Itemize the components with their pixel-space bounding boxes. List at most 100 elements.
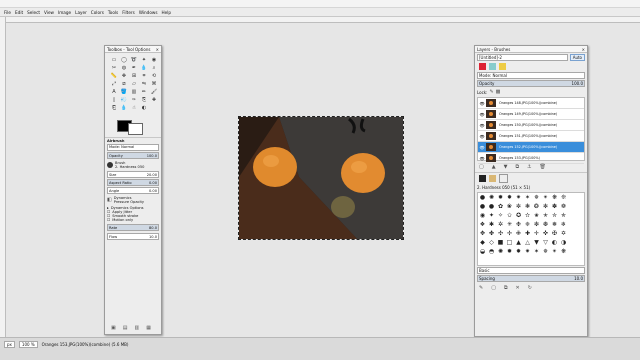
menu-layer[interactable]: Layer — [75, 10, 87, 15]
ellipse-select-icon[interactable]: ◯ — [121, 57, 127, 63]
brush-swatch[interactable]: ✢ — [505, 229, 514, 238]
brush-swatch[interactable]: ■ — [496, 238, 505, 247]
layer-row[interactable]: 👁 Oranges 148.JPG(100%)(combine) — [478, 98, 584, 109]
brush-swatch[interactable]: ✡ — [559, 229, 568, 238]
layer-row[interactable]: 👁 Oranges 149.JPG(100%)(combine) — [478, 109, 584, 120]
brush-swatch[interactable]: ✷ — [523, 247, 532, 256]
auto-button[interactable]: Auto — [569, 54, 585, 61]
brush-swatch[interactable]: ✸ — [514, 247, 523, 256]
background-color-swatch[interactable] — [128, 123, 143, 135]
move-icon[interactable]: ✥ — [121, 73, 127, 79]
brush-swatch[interactable]: ✶ — [523, 193, 532, 202]
duplicate-brush-icon[interactable]: ⧉ — [504, 285, 508, 291]
brush-swatch[interactable]: ✣ — [496, 229, 505, 238]
brush-swatch[interactable]: ✬ — [532, 211, 541, 220]
brush-swatch[interactable]: ✺ — [496, 247, 505, 256]
toolbox-titlebar[interactable]: Toolbox - Tool Options × — [105, 46, 161, 53]
brush-swatch[interactable]: ✶ — [532, 247, 541, 256]
perspective-icon[interactable]: ▱ — [131, 81, 137, 87]
brush-swatch[interactable]: ❂ — [532, 202, 541, 211]
paths-icon[interactable]: ✒ — [131, 65, 137, 71]
mode-select[interactable]: Mode: Normal — [107, 144, 159, 151]
layers-titlebar[interactable]: Layers - Brushes × — [475, 46, 587, 53]
visibility-eye-icon[interactable]: 👁 — [478, 112, 486, 117]
pencil-icon[interactable]: ✏ — [141, 89, 147, 95]
restore-preset-icon[interactable]: ▤ — [123, 325, 128, 331]
brush-swatch[interactable]: ❖ — [478, 220, 487, 229]
brush-swatch[interactable]: ✽ — [550, 202, 559, 211]
brush-swatch[interactable]: ✹ — [496, 193, 505, 202]
bucket-fill-icon[interactable]: 🪣 — [121, 89, 127, 95]
shear-icon[interactable]: ⧄ — [121, 81, 127, 87]
visibility-eye-icon[interactable]: 👁 — [478, 145, 486, 150]
brush-swatch[interactable]: ✮ — [550, 211, 559, 220]
brush-swatch[interactable]: ❇ — [532, 220, 541, 229]
brush-swatch[interactable]: ✦ — [487, 211, 496, 220]
brush-swatch[interactable]: ❄ — [559, 220, 568, 229]
delete-preset-icon[interactable]: ▥ — [134, 325, 139, 331]
foreground-select-icon[interactable]: ◍ — [121, 65, 127, 71]
delete-brush-icon[interactable]: ✕ — [516, 285, 520, 291]
brush-swatch[interactable]: ✚ — [523, 229, 532, 238]
layer-row[interactable]: 👁 Oranges 150.JPG(100%)(combine) — [478, 120, 584, 131]
measure-icon[interactable]: 📏 — [111, 73, 117, 79]
brush-swatch[interactable]: ✜ — [541, 229, 550, 238]
duplicate-layer-icon[interactable]: ⧉ — [515, 164, 519, 170]
brush-swatch[interactable]: ◇ — [487, 238, 496, 247]
brush-swatch[interactable]: ❋ — [559, 247, 568, 256]
brush-swatch[interactable]: ✱ — [487, 220, 496, 229]
brush-swatch[interactable]: ✛ — [532, 229, 541, 238]
fuzzy-select-icon[interactable]: ✦ — [141, 57, 147, 63]
brush-swatch[interactable]: ❈ — [523, 220, 532, 229]
flip-icon[interactable]: ⇋ — [141, 81, 147, 87]
layer-row[interactable]: 👁 Oranges 151.JPG(100%)(combine) — [478, 131, 584, 142]
brush-swatch[interactable]: □ — [505, 238, 514, 247]
brush-swatch[interactable]: ✿ — [496, 202, 505, 211]
ink-icon[interactable]: ✑ — [131, 97, 137, 103]
paths-tab-icon[interactable] — [489, 63, 496, 70]
brush-swatch[interactable]: ✷ — [514, 193, 523, 202]
unit-select[interactable]: px — [4, 341, 15, 348]
dynamics-row[interactable]: ◧ Dynamics Pressure Opacity — [107, 196, 159, 204]
brush-swatch[interactable]: ● — [487, 202, 496, 211]
align-icon[interactable]: ⊞ — [131, 73, 137, 79]
brush-swatch[interactable]: ▼ — [532, 238, 541, 247]
brush-swatch[interactable]: ✥ — [478, 229, 487, 238]
heal-icon[interactable]: ✚ — [151, 97, 157, 103]
brush-swatch[interactable]: ◒ — [478, 247, 487, 256]
brush-swatch[interactable]: ❁ — [559, 202, 568, 211]
brush-swatch[interactable]: ❉ — [514, 220, 523, 229]
close-icon[interactable]: × — [156, 47, 159, 52]
dodge-burn-icon[interactable]: ◐ — [141, 105, 147, 111]
aspect-ratio-slider[interactable]: Aspect Ratio 0.00 — [107, 179, 159, 186]
lower-layer-icon[interactable]: ▼ — [504, 164, 508, 170]
angle-slider[interactable]: Angle 0.00 — [107, 187, 159, 194]
brush-swatch[interactable]: ✪ — [514, 211, 523, 220]
brush-swatch[interactable]: ✳ — [505, 220, 514, 229]
brush-swatch[interactable]: △ — [523, 238, 532, 247]
rect-select-icon[interactable]: ▭ — [111, 57, 117, 63]
visibility-eye-icon[interactable]: 👁 — [478, 156, 486, 161]
brush-swatch[interactable]: ✯ — [559, 211, 568, 220]
zoom-icon[interactable]: ⌕ — [151, 65, 157, 71]
patterns-tab-icon[interactable] — [489, 175, 496, 182]
layer-opacity-slider[interactable]: Opacity 100.0 — [477, 80, 585, 87]
color-select-icon[interactable]: ◉ — [151, 57, 157, 63]
menu-filters[interactable]: Filters — [122, 10, 135, 15]
perspective-clone-icon[interactable]: ⎗ — [111, 105, 117, 111]
brush-swatch[interactable]: ◆ — [478, 238, 487, 247]
crop-icon[interactable]: ⌗ — [141, 73, 147, 79]
brush-swatch[interactable]: ✤ — [487, 229, 496, 238]
cage-icon[interactable]: ⌘ — [151, 81, 157, 87]
layer-row[interactable]: 👁 Oranges 152.JPG(100%)(combine) — [478, 142, 584, 153]
layer-mode-select[interactable]: Mode: Normal — [477, 72, 585, 79]
menu-edit[interactable]: Edit — [15, 10, 23, 15]
brush-swatch[interactable]: ❅ — [550, 220, 559, 229]
lock-alpha-icon[interactable]: ▩ — [496, 89, 501, 95]
free-select-icon[interactable]: ➰ — [131, 57, 137, 63]
image-canvas[interactable] — [238, 116, 404, 240]
brushes-tab-icon[interactable] — [479, 175, 486, 182]
save-preset-icon[interactable]: ▣ — [111, 325, 116, 331]
size-slider[interactable]: Size 20.00 — [107, 171, 159, 178]
menu-select[interactable]: Select — [27, 10, 40, 15]
